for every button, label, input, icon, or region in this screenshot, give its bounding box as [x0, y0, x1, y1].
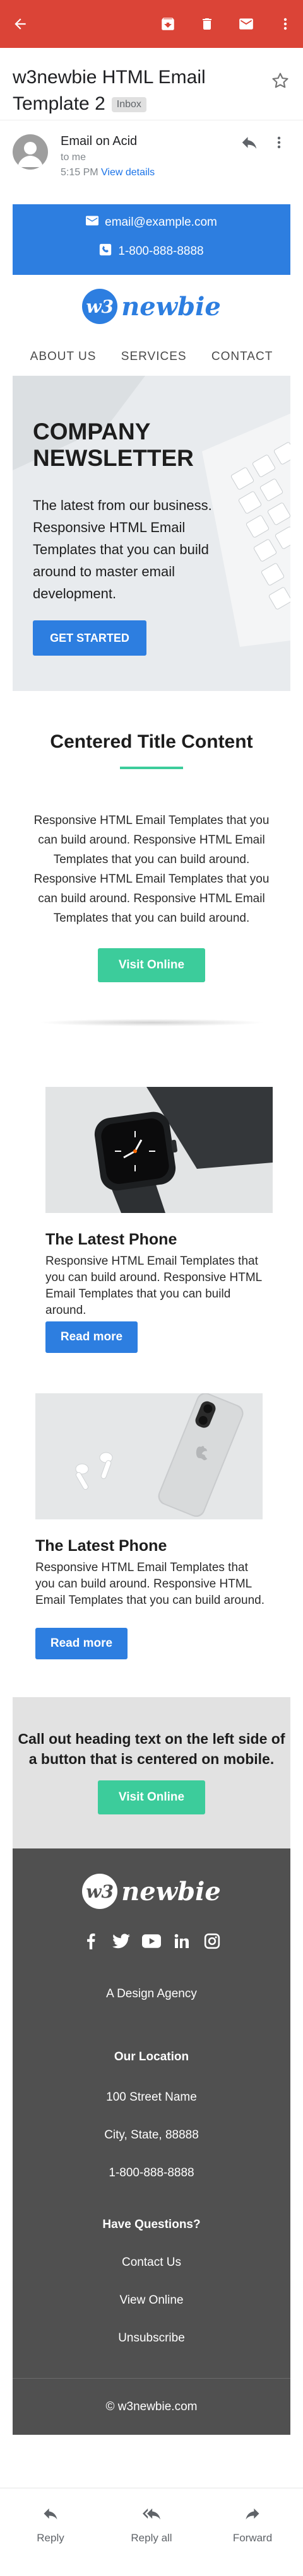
callout-section: Call out heading text on the left side o…: [13, 1697, 290, 1848]
avatar[interactable]: [13, 134, 48, 170]
twitter-icon[interactable]: [112, 1932, 131, 1951]
reply-all-button[interactable]: Reply all: [101, 2505, 202, 2544]
reply-label: Reply: [37, 2532, 64, 2544]
footer-phone[interactable]: 1-800-888-8888: [13, 2166, 290, 2180]
footer-logo-badge: w3: [82, 1874, 118, 1909]
email-body: email@example.com 1-800-888-8888 w3 newb…: [13, 204, 290, 2436]
callout-heading: Call out heading text on the left side o…: [18, 1731, 285, 1767]
email-footer: w3 newbie A Design Agency Our Location 1…: [13, 1848, 290, 2378]
phone-icon: [99, 243, 112, 260]
address-line-1: 100 Street Name: [106, 2091, 197, 2104]
read-more-button[interactable]: Read more: [35, 1628, 128, 1659]
subject-title: w3newbie HTML Email Template 2 Inbox: [13, 64, 265, 117]
social-links: [13, 1932, 290, 1951]
email-nav: ABOUT US SERVICES CONTACT: [13, 338, 290, 376]
copyright-text: © w3newbie.com: [105, 2399, 198, 2413]
star-icon[interactable]: [270, 71, 293, 93]
product-card-watch: The Latest Phone Responsive HTML Email T…: [13, 1057, 290, 1359]
subject-text: w3newbie HTML Email Template 2: [13, 67, 206, 114]
centered-content: Centered Title Content Responsive HTML E…: [13, 691, 290, 1057]
copyright-bar: © w3newbie.com: [13, 2378, 290, 2435]
nav-contact[interactable]: CONTACT: [211, 350, 273, 364]
inbox-label-badge[interactable]: Inbox: [111, 97, 146, 113]
product-card-phone: The Latest Phone Responsive HTML Email T…: [13, 1377, 290, 1680]
sender-row: Email on Acid to me 5:15 PM View details: [0, 120, 303, 189]
unsubscribe-link[interactable]: Unsubscribe: [13, 2331, 290, 2345]
shadow-divider: [38, 1019, 265, 1026]
hero-banner: COMPANY NEWSLETTER The latest from our b…: [13, 376, 290, 691]
archive-icon[interactable]: [155, 11, 181, 37]
contact-us-link[interactable]: Contact Us: [13, 2256, 290, 2270]
reply-all-icon: [142, 2505, 161, 2526]
reply-icon[interactable]: [240, 133, 263, 156]
nav-about-us[interactable]: ABOUT US: [30, 350, 97, 364]
sender-more-icon[interactable]: [276, 133, 292, 156]
forward-label: Forward: [232, 2532, 273, 2544]
hero-text: The latest from our business. Responsive…: [33, 497, 212, 601]
card-title: The Latest Phone: [35, 1537, 167, 1555]
contact-email-row[interactable]: email@example.com: [13, 216, 290, 229]
centered-title: Centered Title Content: [50, 731, 253, 752]
iphone-airpods-image[interactable]: [35, 1393, 263, 1519]
forward-icon: [244, 2505, 261, 2526]
facebook-icon[interactable]: [81, 1932, 100, 1951]
delete-icon[interactable]: [194, 11, 220, 37]
card-title: The Latest Phone: [45, 1231, 177, 1248]
youtube-icon[interactable]: [142, 1932, 161, 1951]
back-arrow-icon[interactable]: [10, 14, 30, 34]
subject-header: w3newbie HTML Email Template 2 Inbox: [0, 48, 303, 120]
reply-icon: [42, 2505, 59, 2526]
visit-online-button[interactable]: Visit Online: [98, 948, 205, 982]
view-online-link[interactable]: View Online: [13, 2294, 290, 2307]
app-bar: [0, 0, 303, 48]
reply-button[interactable]: Reply: [0, 2505, 101, 2544]
timestamp-row: 5:15 PM View details: [61, 167, 155, 178]
sender-name: Email on Acid: [61, 134, 138, 148]
logo-text: newbie: [121, 291, 221, 322]
linkedin-icon[interactable]: [172, 1932, 191, 1951]
forward-button[interactable]: Forward: [202, 2505, 303, 2544]
footer-logo[interactable]: w3 newbie: [13, 1874, 290, 1909]
location-heading: Our Location: [114, 2050, 189, 2063]
card-text: Responsive HTML Email Templates that you…: [35, 1561, 264, 1607]
nav-services[interactable]: SERVICES: [121, 350, 187, 364]
read-more-button[interactable]: Read more: [45, 1321, 138, 1353]
contact-email[interactable]: email@example.com: [105, 216, 217, 229]
smartwatch-image[interactable]: [45, 1087, 273, 1213]
footer-tagline: A Design Agency: [106, 1987, 197, 2000]
reply-all-label: Reply all: [131, 2532, 172, 2544]
footer-logo-text: newbie: [121, 1876, 221, 1906]
logo-badge: w3: [82, 289, 118, 324]
bottom-action-bar: Reply Reply all Forward: [0, 2488, 303, 2576]
contact-phone-row[interactable]: 1-800-888-8888: [13, 243, 290, 260]
contact-topbar: email@example.com 1-800-888-8888: [13, 204, 290, 275]
questions-heading: Have Questions?: [102, 2218, 201, 2231]
card-text: Responsive HTML Email Templates that you…: [45, 1255, 262, 1317]
more-vert-icon[interactable]: [273, 11, 298, 37]
title-underline: [120, 767, 183, 769]
centered-text: Responsive HTML Email Templates that you…: [33, 814, 270, 925]
timestamp: 5:15 PM: [61, 167, 98, 178]
recipient-text: to me: [61, 152, 86, 163]
gmail-email-view: w3newbie HTML Email Template 2 Inbox Emai…: [0, 0, 303, 2576]
brand-logo[interactable]: w3 newbie: [13, 275, 290, 338]
address-line-2: City, State, 88888: [104, 2128, 199, 2142]
envelope-icon: [86, 216, 99, 229]
mail-icon[interactable]: [234, 11, 259, 37]
hero-title: COMPANY NEWSLETTER: [33, 419, 194, 471]
contact-phone[interactable]: 1-800-888-8888: [118, 245, 203, 258]
view-details-link[interactable]: View details: [101, 167, 155, 178]
callout-visit-online-button[interactable]: Visit Online: [98, 1780, 205, 1814]
instagram-icon[interactable]: [203, 1932, 222, 1951]
get-started-button[interactable]: GET STARTED: [33, 620, 146, 656]
